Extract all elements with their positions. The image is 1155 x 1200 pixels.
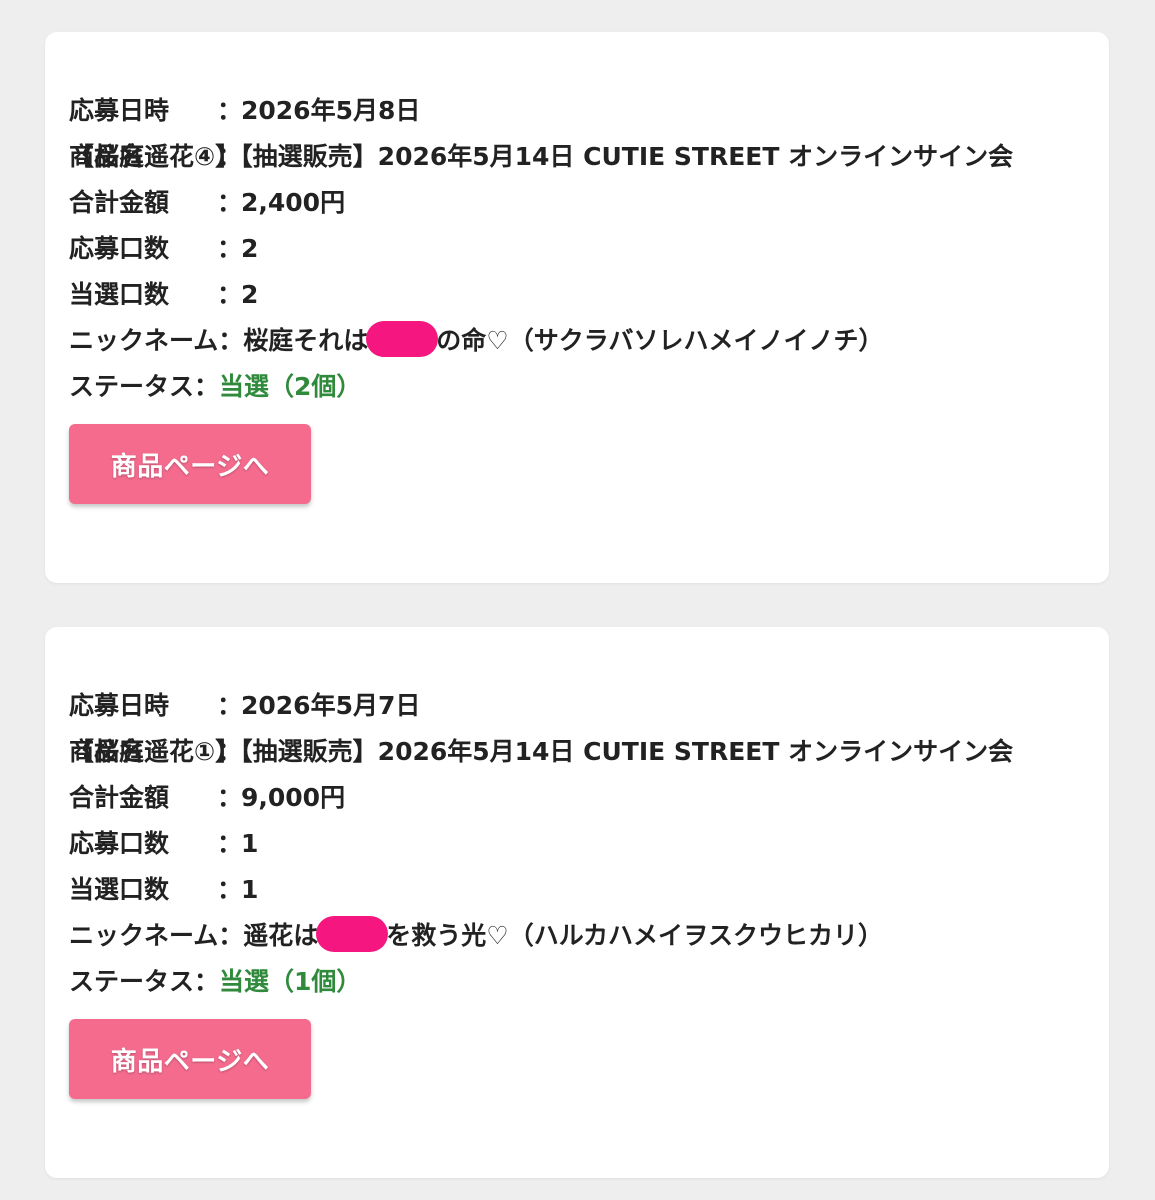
colon: ： [217, 96, 243, 125]
won-count-label: 当選口数 [69, 875, 170, 904]
product-name-value: 【桜庭遥花④】【抽選販売】2026年5月14日 CUTIE STREET オンラ… [69, 142, 1014, 171]
won-count-row: 当選口数 ： 1 [69, 867, 1085, 913]
nickname-label: ニックネーム [69, 326, 219, 355]
status-row: ステータス ： 当選（2個） [69, 364, 1085, 410]
entry-date-value: 2026年5月7日 [241, 691, 421, 720]
total-amount-label: 合計金額 [69, 783, 170, 812]
nickname-value-end: を救う光♡（ハルカハメイヲスクウヒカリ） [386, 921, 883, 950]
lottery-entry-card: 応募日時 ： 2026年5月7日 商品名 ： 【桜庭遥花①】【抽選販売】2026… [45, 627, 1109, 1178]
nickname-value-start: 桜庭それは [243, 326, 369, 355]
total-amount-value: 9,000円 [241, 783, 346, 812]
product-page-button[interactable]: 商品ページへ [69, 1019, 311, 1099]
status-label: ステータス [69, 967, 195, 996]
total-amount-label: 合計金額 [69, 188, 170, 217]
entry-date-row: 応募日時 ： 2026年5月7日 [69, 683, 1085, 729]
entry-count-value: 1 [241, 829, 259, 858]
entry-count-label: 応募口数 [69, 829, 170, 858]
colon: ： [217, 829, 243, 858]
nickname-value-start: 遥花は [243, 921, 319, 950]
entry-count-row: 応募口数 ： 2 [69, 226, 1085, 272]
entry-count-label: 応募口数 [69, 234, 170, 263]
colon: ： [217, 691, 243, 720]
status-label: ステータス [69, 372, 195, 401]
colon: ： [217, 188, 243, 217]
total-amount-value: 2,400円 [241, 188, 346, 217]
nickname-row: ニックネーム ： 桜庭それは の命♡（サクラバソレハメイノイノチ） [69, 318, 1085, 364]
colon: ： [217, 875, 243, 904]
nickname-value: 遥花は を救う光♡（ハルカハメイヲスクウヒカリ） [243, 913, 1085, 959]
entry-date-label: 応募日時 [69, 96, 170, 125]
colon: ： [217, 234, 243, 263]
entry-count-value: 2 [241, 234, 259, 263]
won-count-row: 当選口数 ： 2 [69, 272, 1085, 318]
status-value: 当選（2個） [219, 372, 362, 401]
redaction-mark [316, 916, 389, 952]
redaction-mark [366, 321, 439, 357]
lottery-entry-card: 応募日時 ： 2026年5月8日 商品名 ： 【桜庭遥花④】【抽選販売】2026… [45, 32, 1109, 583]
entry-date-value: 2026年5月8日 [241, 96, 421, 125]
status-row: ステータス ： 当選（1個） [69, 959, 1085, 1005]
product-name-row: 商品名 ： 【桜庭遥花④】【抽選販売】2026年5月14日 CUTIE STRE… [69, 134, 1085, 180]
product-page-button[interactable]: 商品ページへ [69, 424, 311, 504]
entry-count-row: 応募口数 ： 1 [69, 821, 1085, 867]
product-name-row: 商品名 ： 【桜庭遥花①】【抽選販売】2026年5月14日 CUTIE STRE… [69, 729, 1085, 775]
nickname-value: 桜庭それは の命♡（サクラバソレハメイノイノチ） [243, 318, 1085, 364]
status-value: 当選（1個） [219, 967, 362, 996]
total-amount-row: 合計金額 ： 9,000円 [69, 775, 1085, 821]
total-amount-row: 合計金額 ： 2,400円 [69, 180, 1085, 226]
colon: ： [217, 280, 243, 309]
colon: ： [194, 372, 220, 401]
won-count-value: 1 [241, 875, 259, 904]
won-count-label: 当選口数 [69, 280, 170, 309]
entry-date-row: 応募日時 ： 2026年5月8日 [69, 88, 1085, 134]
nickname-value-end: の命♡（サクラバソレハメイノイノチ） [436, 326, 884, 355]
product-name-value: 【桜庭遥花①】【抽選販売】2026年5月14日 CUTIE STREET オンラ… [69, 737, 1014, 766]
entry-date-label: 応募日時 [69, 691, 170, 720]
colon: ： [218, 326, 244, 355]
nickname-row: ニックネーム ： 遥花は を救う光♡（ハルカハメイヲスクウヒカリ） [69, 913, 1085, 959]
nickname-label: ニックネーム [69, 921, 219, 950]
colon: ： [194, 967, 220, 996]
colon: ： [217, 783, 243, 812]
won-count-value: 2 [241, 280, 259, 309]
colon: ： [218, 921, 244, 950]
